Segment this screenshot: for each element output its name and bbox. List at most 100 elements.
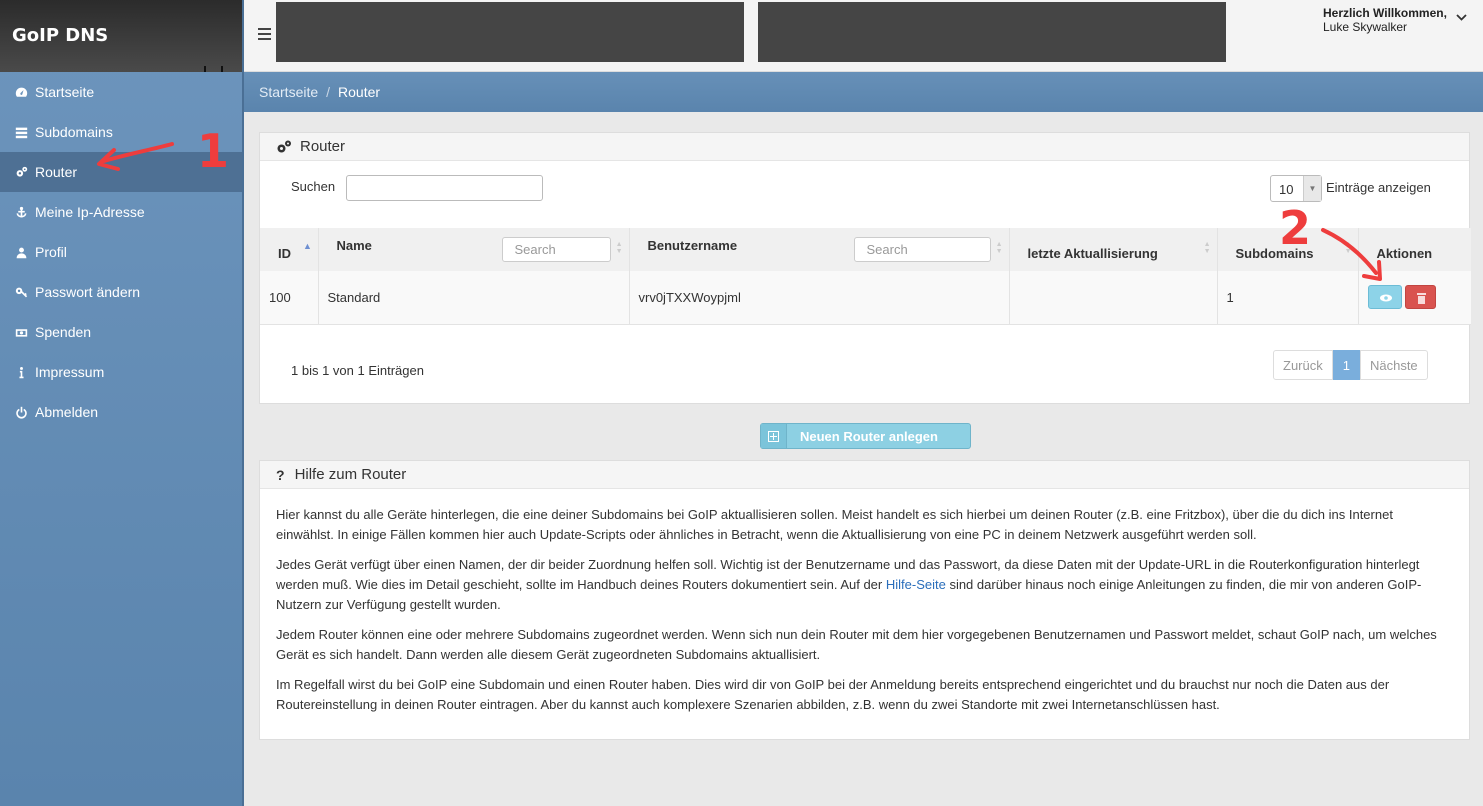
money-icon xyxy=(14,325,28,339)
view-button[interactable] xyxy=(1367,285,1402,310)
new-router-label: Neuen Router anlegen xyxy=(800,428,938,444)
search-input[interactable] xyxy=(346,175,543,201)
column-label: Benutzername xyxy=(647,238,738,253)
divider xyxy=(204,66,206,72)
column-header-id[interactable]: ID ▲ xyxy=(260,228,319,271)
chevron-down-icon[interactable] xyxy=(1456,14,1467,22)
sort-icon: ▲ ▼ xyxy=(615,241,623,255)
cell-name: Standard xyxy=(318,271,630,325)
column-label: Aktionen xyxy=(1376,246,1433,261)
sidebar-item-abmelden[interactable]: Abmelden xyxy=(0,392,242,432)
sidebar-item-label: Router xyxy=(35,164,78,180)
cell-username: vrv0jTXXWoypjml xyxy=(629,271,1010,325)
previous-page-button[interactable]: Zurück xyxy=(1273,350,1333,380)
help-paragraph: Im Regelfall wirst du bei GoIP eine Subd… xyxy=(276,677,1390,712)
new-router-button[interactable]: Neuen Router anlegen xyxy=(760,423,971,449)
sidebar-item-startseite[interactable]: Startseite xyxy=(0,72,242,112)
sidebar-item-label: Meine Ip-Adresse xyxy=(35,204,145,220)
sidebar-item-label: Startseite xyxy=(35,84,95,100)
username-column-search[interactable]: Search xyxy=(853,237,991,262)
page-length-select[interactable]: 10 ▼ xyxy=(1270,175,1322,202)
sidebar-item-profil[interactable]: Profil xyxy=(0,232,242,272)
breadcrumb-current: Router xyxy=(338,84,381,100)
cogs-icon xyxy=(277,140,291,152)
help-panel: ? Hilfe zum Router Hier kannst du alle G… xyxy=(259,460,1470,740)
user-menu[interactable]: Herzlich Willkommen, Luke Skywalker xyxy=(1323,6,1447,34)
next-page-button[interactable]: Nächste xyxy=(1359,350,1428,380)
plus-square-icon xyxy=(761,424,787,448)
delete-button[interactable] xyxy=(1404,285,1436,310)
cell-actions xyxy=(1358,271,1471,325)
column-header-aktionen: Aktionen xyxy=(1358,228,1471,271)
breadcrumb: Startseite / Router xyxy=(244,72,1483,112)
info-icon xyxy=(14,365,28,379)
name-column-search[interactable]: Search xyxy=(501,237,611,262)
eye-icon xyxy=(1379,294,1392,302)
power-icon xyxy=(14,405,28,419)
help-paragraph: Jedes Gerät verfügt über einen Namen, de… xyxy=(276,555,1454,615)
sort-ascending-icon: ▲ xyxy=(303,241,312,251)
column-header-benutzername[interactable]: Benutzername Search ▲ ▼ xyxy=(629,228,1010,271)
breadcrumb-separator: / xyxy=(326,84,331,100)
column-header-name[interactable]: Name Search ▲ ▼ xyxy=(318,228,630,271)
question-icon: ? xyxy=(276,466,285,483)
user-icon xyxy=(14,245,28,259)
trash-icon xyxy=(1416,293,1426,305)
breadcrumb-home[interactable]: Startseite xyxy=(259,84,318,100)
help-page-link[interactable]: Hilfe-Seite xyxy=(886,577,946,592)
sort-icon: ▲ ▼ xyxy=(1344,241,1352,255)
sidebar-item-spenden[interactable]: Spenden xyxy=(0,312,242,352)
page-length-label: Einträge anzeigen xyxy=(1326,180,1431,195)
help-text: Hier kannst du alle Geräte hinterlegen, … xyxy=(260,489,1469,715)
annotation-marker-2: 2 xyxy=(1279,201,1312,255)
pagination: Zurück 1 Nächste xyxy=(1273,350,1428,380)
panel-title: Router xyxy=(300,138,346,155)
sidebar: GoIP DNS Startseite Subdomains Router Me… xyxy=(0,0,244,806)
list-icon xyxy=(14,125,28,139)
anchor-icon xyxy=(14,205,28,219)
welcome-greeting: Herzlich Willkommen, xyxy=(1323,6,1447,20)
panel-header: Router xyxy=(260,133,1469,161)
column-header-letzte-aktuallisierung[interactable]: letzte Aktuallisierung ▲ ▼ xyxy=(1009,228,1218,271)
sort-icon: ▲ ▼ xyxy=(995,241,1003,255)
brand-logo[interactable]: GoIP DNS xyxy=(0,0,242,72)
user-name: Luke Skywalker xyxy=(1323,20,1408,34)
banner-ad xyxy=(276,2,744,62)
panel-header: ? Hilfe zum Router xyxy=(260,461,1469,489)
sidebar-item-passwort-aendern[interactable]: Passwort ändern xyxy=(0,272,242,312)
divider xyxy=(221,66,223,72)
dropdown-arrow-icon: ▼ xyxy=(1303,176,1321,201)
sidebar-item-label: Abmelden xyxy=(35,404,99,420)
cell-last-update xyxy=(1009,271,1218,325)
table-info: 1 bis 1 von 1 Einträgen xyxy=(291,363,424,378)
column-label: letzte Aktuallisierung xyxy=(1027,246,1158,261)
sidebar-item-label: Passwort ändern xyxy=(35,284,141,300)
router-panel: Router Suchen 10 ▼ Einträge anzeigen ID … xyxy=(259,132,1471,404)
menu-toggle-icon[interactable] xyxy=(258,28,271,40)
sidebar-item-label: Spenden xyxy=(35,324,92,340)
column-label: Name xyxy=(336,238,372,253)
page-1-button[interactable]: 1 xyxy=(1332,350,1360,380)
sidebar-item-impressum[interactable]: Impressum xyxy=(0,352,242,392)
column-label: ID xyxy=(278,246,291,261)
sort-icon: ▲ ▼ xyxy=(1203,241,1211,255)
table-row: 100 Standard vrv0jTXXWoypjml 1 xyxy=(260,271,1471,325)
banner-ad xyxy=(758,2,1226,62)
search-label: Suchen xyxy=(291,179,336,194)
cogs-icon xyxy=(14,165,28,179)
key-icon xyxy=(14,285,28,299)
sidebar-item-label: Impressum xyxy=(35,364,105,380)
sidebar-item-label: Subdomains xyxy=(35,124,113,140)
panel-title: Hilfe zum Router xyxy=(294,466,407,483)
page-length-value: 10 xyxy=(1279,182,1294,197)
cell-subdomains: 1 xyxy=(1217,271,1359,325)
help-paragraph: Jedem Router können eine oder mehrere Su… xyxy=(276,627,1437,662)
sidebar-item-meine-ip-adresse[interactable]: Meine Ip-Adresse xyxy=(0,192,242,232)
top-bar: Herzlich Willkommen, Luke Skywalker xyxy=(244,0,1483,72)
annotation-marker-1: 1 xyxy=(197,124,230,178)
brand-name: GoIP DNS xyxy=(12,25,109,46)
dashboard-icon xyxy=(14,85,28,99)
help-paragraph: Hier kannst du alle Geräte hinterlegen, … xyxy=(276,507,1393,542)
sidebar-item-label: Profil xyxy=(35,244,67,260)
cell-id: 100 xyxy=(260,271,319,325)
